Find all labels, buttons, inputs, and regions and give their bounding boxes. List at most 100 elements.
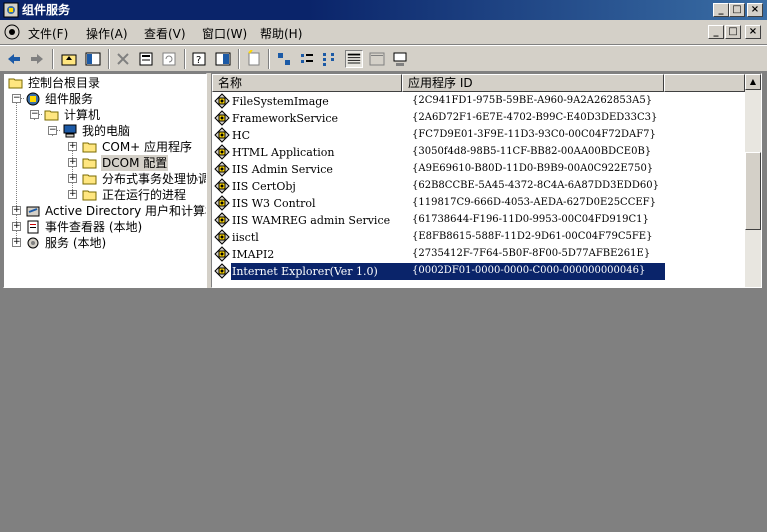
item-appid: {FC7D9E01-3F9E-11D3-93C0-00C04F72DAF7} (412, 129, 656, 140)
dcom-app-icon (214, 144, 230, 160)
toolbar: ? (0, 45, 767, 72)
tree-label: 分布式事务处理协调器 (102, 172, 206, 186)
expand-toggle[interactable]: + (68, 158, 77, 167)
list-item[interactable]: Internet Explorer(Ver 1.0) {0002DF01-0000… (212, 263, 745, 280)
item-name: Internet Explorer(Ver 1.0) (232, 265, 378, 278)
item-name: IIS Admin Service (232, 163, 333, 176)
collapse-toggle[interactable]: − (48, 126, 57, 135)
properties-icon[interactable] (137, 50, 155, 68)
filter-view-icon[interactable] (368, 50, 386, 68)
expand-toggle[interactable]: + (68, 174, 77, 183)
item-name: IMAPI2 (232, 248, 275, 261)
list-item[interactable]: IIS CertObj {62B8CCBE-5A45-4372-8C4A-6A87… (212, 178, 745, 195)
item-appid: {2C941FD1-975B-59BE-A960-9A2A262853A5} (412, 95, 653, 106)
close-button[interactable]: × (747, 3, 763, 17)
list-item[interactable]: iisctl {E8FB8615-588F-11D2-9D61-00C04F79C… (212, 229, 745, 246)
expand-toggle[interactable]: + (12, 206, 21, 215)
maximize-button[interactable]: □ (729, 3, 745, 17)
svg-text:?: ? (196, 55, 201, 66)
folder-icon (82, 142, 97, 153)
dcom-app-icon (214, 110, 230, 126)
item-name: FrameworkService (232, 112, 339, 125)
list-view-icon[interactable] (321, 50, 339, 68)
title-bar[interactable]: 组件服务 _ □ × (0, 0, 767, 20)
scroll-up-button[interactable]: ▲ (745, 74, 761, 90)
event-viewer-icon (27, 220, 39, 234)
expand-toggle[interactable]: + (12, 222, 21, 231)
minimize-button[interactable]: _ (713, 3, 729, 17)
list-item[interactable]: IIS WAMREG admin Service {61738644-F196-1… (212, 212, 745, 229)
list-item[interactable]: FileSystemImage {2C941FD1-975B-59BE-A960-… (212, 93, 745, 110)
item-name: HTML Application (232, 146, 335, 159)
console-tree-icon[interactable] (214, 50, 232, 68)
list-item[interactable]: HTML Application {3050f4d8-98B5-11CF-BB82… (212, 144, 745, 161)
collapse-toggle[interactable]: − (12, 94, 21, 103)
computer-view-icon[interactable] (391, 50, 409, 68)
folder-open-icon (44, 110, 59, 121)
collapse-toggle[interactable]: − (30, 110, 39, 119)
dcom-app-icon (214, 263, 230, 279)
item-appid: {2A6D72F1-6E7E-4702-B99C-E40D3DED33C3} (412, 112, 658, 123)
child-close-button[interactable]: × (745, 25, 761, 39)
child-restore-button[interactable]: □ (725, 25, 741, 39)
item-appid: {2735412F-7F64-5B0F-8F00-5D77AFBE261E} (412, 248, 651, 259)
item-name: IIS WAMREG admin Service (232, 214, 391, 227)
scroll-thumb[interactable] (745, 152, 761, 230)
mmc-document-icon[interactable] (4, 24, 20, 40)
list-item[interactable]: HC {FC7D9E01-3F9E-11D3-93C0-00C04F72DAF7} (212, 127, 745, 144)
dcom-app-icon (214, 161, 230, 177)
item-name: iisctl (232, 231, 259, 244)
show-hide-tree-icon[interactable] (84, 50, 102, 68)
vertical-scrollbar[interactable]: ▲ (745, 74, 761, 287)
item-name: IIS W3 Control (232, 197, 316, 210)
list-item[interactable]: IMAPI2 {2735412F-7F64-5B0F-8F00-5D77AFBE2… (212, 246, 745, 263)
details-view-icon[interactable] (345, 50, 363, 68)
list-item[interactable]: IIS W3 Control {119817C9-666D-4053-AEDA-6… (212, 195, 745, 212)
folder-open-icon (8, 78, 23, 89)
item-appid: {62B8CCBE-5A45-4372-8C4A-6A87DD3EDD60} (412, 180, 659, 191)
help-icon[interactable]: ? (190, 50, 208, 68)
column-header-name[interactable]: 名称 (212, 74, 402, 92)
new-icon[interactable] (245, 50, 263, 68)
up-folder-icon[interactable] (60, 50, 78, 68)
child-minimize-button[interactable]: _ (708, 25, 724, 39)
refresh-icon[interactable] (160, 50, 178, 68)
column-header-appid[interactable]: 应用程序 ID (402, 74, 664, 92)
tree-label: 控制台根目录 (28, 76, 101, 90)
large-icons-view-icon[interactable] (275, 50, 293, 68)
tree-label: COM+ 应用程序 (102, 140, 193, 154)
dcom-app-icon (214, 229, 230, 245)
expand-toggle[interactable]: + (68, 142, 77, 151)
menu-help[interactable]: 帮助(H) (260, 25, 302, 42)
mmc-window: 组件服务 _ □ × 文件(F) 操作(A) 查看(V) 窗口(W) 帮助(H)… (0, 0, 767, 532)
folder-icon (82, 190, 97, 201)
menu-action[interactable]: 操作(A) (86, 25, 128, 42)
small-icons-view-icon[interactable] (298, 50, 316, 68)
folder-open-icon (82, 158, 97, 169)
tree-label: 组件服务 (45, 92, 94, 106)
column-header-blank (664, 74, 745, 92)
forward-arrow-icon[interactable] (28, 50, 46, 68)
menu-view[interactable]: 查看(V) (144, 25, 186, 42)
expand-toggle[interactable]: + (68, 190, 77, 199)
dcom-app-icon (214, 127, 230, 143)
menu-window[interactable]: 窗口(W) (202, 25, 247, 42)
ad-icon (26, 206, 40, 217)
dcom-app-icon (214, 212, 230, 228)
item-appid: {A9E69610-B80D-11D0-B9B9-00A0C922E750} (412, 163, 654, 174)
tree-label: DCOM 配置 (101, 155, 169, 171)
details-list[interactable]: 名称 应用程序 ID FileSystemImage {2C941FD1-975B… (211, 73, 762, 288)
menu-file[interactable]: 文件(F) (28, 25, 68, 42)
console-tree[interactable]: 控制台根目录 − 组件服务 − 计算机 − 我的电脑 + COM+ 应用程序 + (3, 73, 207, 288)
item-appid: {3050f4d8-98B5-11CF-BB82-00AA00BDCE0B} (412, 146, 652, 157)
list-item[interactable]: FrameworkService {2A6D72F1-6E7E-4702-B99C… (212, 110, 745, 127)
folder-icon (82, 174, 97, 185)
tree-label: 正在运行的进程 (102, 188, 187, 202)
item-appid: {0002DF01-0000-0000-C000-000000000046} (412, 265, 646, 276)
delete-icon[interactable] (114, 50, 132, 68)
expand-toggle[interactable]: + (12, 238, 21, 247)
list-item[interactable]: IIS Admin Service {A9E69610-B80D-11D0-B9B… (212, 161, 745, 178)
dcom-app-icon (214, 178, 230, 194)
back-arrow-icon[interactable] (5, 50, 23, 68)
globe-icon (26, 92, 40, 106)
